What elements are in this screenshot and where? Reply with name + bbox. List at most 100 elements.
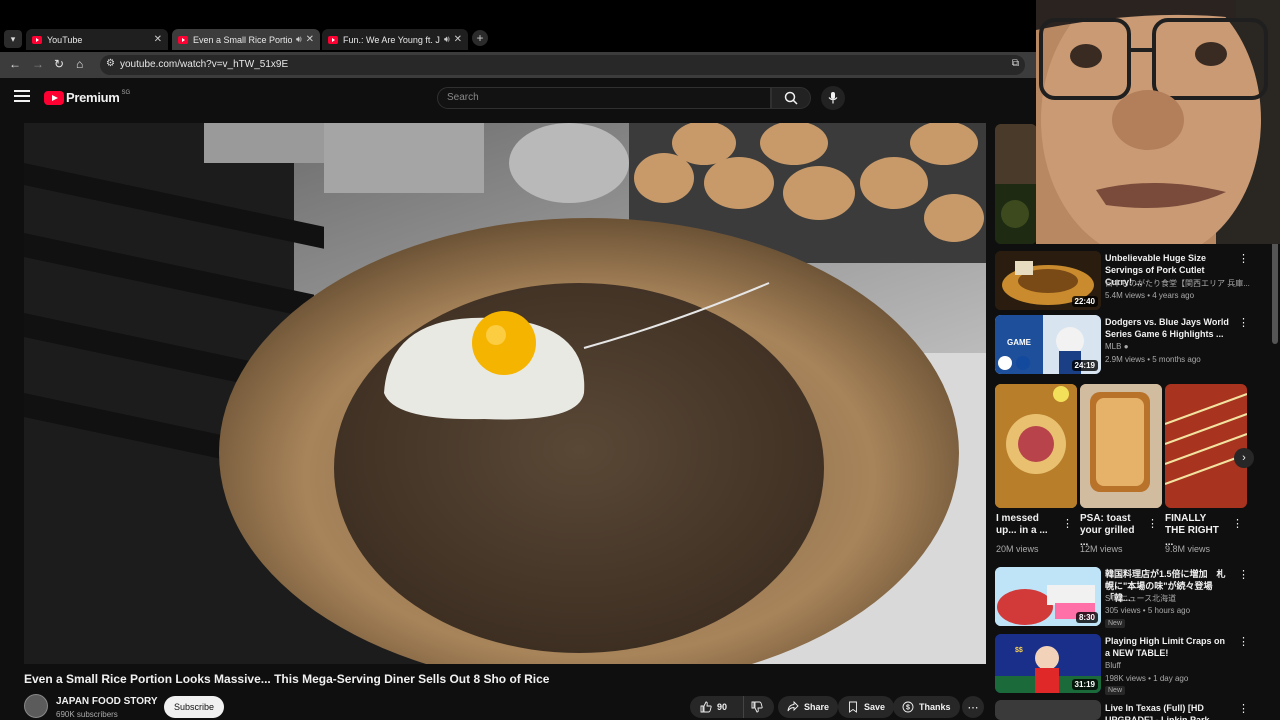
speaker-icon[interactable]: 🔊︎ <box>296 34 302 45</box>
shorts-next-button[interactable]: › <box>1234 448 1254 468</box>
sidebar-video-title[interactable]: Dodgers vs. Blue Jays World Series Game … <box>1105 316 1230 340</box>
dislike-button[interactable] <box>744 696 774 718</box>
search-button[interactable] <box>771 87 811 109</box>
more-options-icon[interactable]: ⋮ <box>1147 517 1158 530</box>
more-options-icon[interactable]: ⋮ <box>1238 252 1249 265</box>
share-label: Share <box>804 702 830 712</box>
close-tab-icon[interactable]: ✕ <box>306 34 314 45</box>
youtube-favicon-icon <box>328 35 338 44</box>
new-badge: New <box>1105 619 1126 628</box>
video-duration: 8:30 <box>1075 612 1098 623</box>
menu-icon[interactable] <box>14 90 30 102</box>
short-views: 20M views <box>996 544 1039 554</box>
thumbs-down-icon <box>751 701 763 713</box>
thanks-icon: $ <box>902 701 914 713</box>
back-icon[interactable]: ← <box>9 57 21 71</box>
channel-avatar[interactable] <box>24 694 48 718</box>
youtube-favicon-icon <box>32 35 42 44</box>
speaker-icon[interactable]: 🔊︎ <box>444 34 450 45</box>
short-thumbnail[interactable] <box>995 384 1077 508</box>
thumbs-up-icon <box>700 701 712 713</box>
sidebar-video-meta: 5.4M views • 4 years ago <box>1105 291 1195 300</box>
share-icon <box>787 701 799 712</box>
more-options-icon[interactable]: ⋮ <box>1238 568 1249 581</box>
video-player[interactable] <box>24 123 986 664</box>
video-duration: 24:19 <box>1071 360 1098 371</box>
like-count: 90 <box>717 702 728 712</box>
youtube-logo[interactable]: Premium SG <box>44 90 130 105</box>
tab-label: Even a Small Rice Portion L <box>193 34 292 45</box>
video-thumbnail[interactable] <box>995 124 1037 244</box>
sidebar-video-title[interactable]: Playing High Limit Craps on a NEW TABLE! <box>1105 635 1230 659</box>
short-title[interactable]: I messed up... in a ... <box>996 513 1058 537</box>
video-thumbnail[interactable]: $$ 31:19 <box>995 634 1101 693</box>
logo-wordmark: Premium <box>66 90 120 105</box>
search-icon <box>784 91 798 105</box>
youtube-favicon-icon <box>178 35 188 44</box>
voice-search-button[interactable] <box>821 86 845 110</box>
sidebar-video-meta: 198K views • 1 day ago <box>1105 674 1189 683</box>
short-views: 9.8M views <box>1165 544 1211 554</box>
forward-icon[interactable]: → <box>32 57 44 71</box>
short-views: 12M views <box>1080 544 1123 554</box>
save-button[interactable]: Save <box>838 696 895 718</box>
youtube-header: Premium SG Search <box>0 78 1040 118</box>
tab-music-video[interactable]: Fun.: We Are Young ft. Jane 🔊︎ ✕ <box>322 29 468 50</box>
share-button[interactable]: Share <box>778 696 839 718</box>
video-frame-image <box>24 123 986 664</box>
subscribe-button[interactable]: Subscribe <box>164 696 224 718</box>
video-duration: 22:40 <box>1071 296 1098 307</box>
bookmark-icon <box>849 701 857 713</box>
more-options-icon[interactable]: ⋮ <box>1238 702 1249 715</box>
svg-text:$: $ <box>906 705 910 712</box>
more-options-icon[interactable]: ⋮ <box>1238 635 1249 648</box>
video-thumbnail[interactable]: 8:30 <box>995 567 1101 626</box>
svg-text:$$: $$ <box>1015 647 1023 654</box>
screen: ▾ YouTube ✕ Even a Small Rice Portion L … <box>0 0 1280 720</box>
webcam-overlay <box>1036 0 1280 244</box>
sidebar-video-channel[interactable]: 日本ものがたり食堂【関西エリア 兵庫... <box>1105 278 1250 289</box>
video-thumbnail[interactable]: 22:40 <box>995 251 1101 310</box>
more-actions-icon[interactable]: ⋯ <box>962 696 984 718</box>
like-button[interactable]: 90 <box>690 696 744 718</box>
sidebar-video-channel[interactable]: MLB ● <box>1105 342 1129 351</box>
video-thumbnail[interactable] <box>995 700 1101 720</box>
tab-active-video[interactable]: Even a Small Rice Portion L 🔊︎ ✕ <box>172 29 320 50</box>
new-badge: New <box>1105 686 1126 695</box>
video-thumbnail[interactable]: GAME 24:19 <box>995 315 1101 374</box>
search-input[interactable]: Search <box>437 87 771 109</box>
channel-name[interactable]: JAPAN FOOD STORY <box>56 696 158 707</box>
more-options-icon[interactable]: ⋮ <box>1232 517 1243 530</box>
more-options-icon[interactable]: ⋮ <box>1062 517 1073 530</box>
youtube-play-icon <box>44 90 64 105</box>
address-bar[interactable]: ⚙ youtube.com/watch?v=v_hTW_51x9E ⧉ <box>100 55 1025 75</box>
thanks-button[interactable]: $ Thanks <box>893 696 960 718</box>
microphone-icon <box>828 92 838 104</box>
short-thumbnail[interactable] <box>1165 384 1247 508</box>
sidebar-video-channel[interactable]: Bluff <box>1105 661 1121 670</box>
new-tab-button[interactable]: + <box>472 30 488 46</box>
webcam-image <box>1036 0 1280 244</box>
reload-icon[interactable]: ↻ <box>54 57 64 71</box>
tab-search-icon[interactable]: ▾ <box>4 30 22 48</box>
svg-text:GAME: GAME <box>1007 338 1032 347</box>
more-options-icon[interactable]: ⋮ <box>1238 316 1249 329</box>
site-info-icon[interactable]: ⚙ <box>106 58 115 69</box>
browser-toolbar: ← → ↻ ⌂ ⚙ youtube.com/watch?v=v_hTW_51x9… <box>0 52 1040 78</box>
sidebar-video-channel[interactable]: STVニュース北海道 <box>1105 593 1176 604</box>
cast-icon[interactable]: ⧉ <box>1012 58 1019 69</box>
home-icon[interactable]: ⌂ <box>76 57 83 71</box>
sidebar-video-meta: 2.9M views • 5 months ago <box>1105 355 1201 364</box>
short-thumbnail-image <box>1080 384 1162 508</box>
tab-label: YouTube <box>47 34 83 45</box>
like-dislike-group: 90 <box>690 696 774 718</box>
close-tab-icon[interactable]: ✕ <box>454 34 462 45</box>
sidebar-video-title[interactable]: Live In Texas (Full) [HD UPGRADE] - Link… <box>1105 702 1230 720</box>
short-thumbnail-image <box>995 384 1077 508</box>
subscriber-count: 690K subscribers <box>56 710 118 719</box>
sidebar-video-meta: 305 views • 5 hours ago <box>1105 606 1191 615</box>
close-tab-icon[interactable]: ✕ <box>154 34 162 45</box>
tab-youtube[interactable]: YouTube ✕ <box>26 29 168 50</box>
verified-icon: ● <box>1123 342 1129 351</box>
short-thumbnail[interactable] <box>1080 384 1162 508</box>
